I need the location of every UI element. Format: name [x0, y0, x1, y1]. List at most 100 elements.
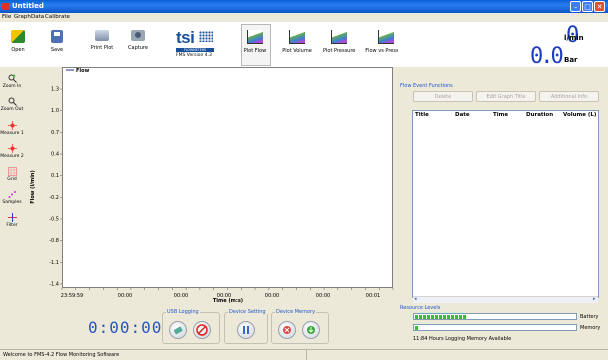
pressure-readout: 0.0 [530, 44, 564, 69]
maximize-button[interactable]: □ [582, 1, 593, 12]
column-header-title[interactable]: Title [415, 112, 429, 118]
menu-file[interactable]: File [2, 14, 11, 20]
events-table[interactable]: Title Date Time Duration Volume (L) [412, 110, 599, 298]
additional-info-button[interactable]: Additional Info [539, 91, 599, 102]
clear-memory-button[interactable] [278, 321, 296, 339]
x-axis-label: Time (m:s) [213, 298, 243, 303]
line-chart-icon [247, 30, 263, 44]
measure-1-label: Measure 1 [0, 131, 24, 136]
magnifier-minus-icon [8, 97, 17, 106]
scroll-left-icon[interactable]: ◂ [414, 296, 417, 302]
scatter-chart-icon [378, 30, 394, 44]
level-segment [431, 315, 434, 319]
y-tick-label: 1.3 [51, 87, 59, 93]
pressure-chart-icon [331, 30, 347, 44]
capture-button[interactable]: Capture [124, 30, 152, 51]
zoom-out-tool[interactable]: Zoom Out [0, 97, 24, 112]
title-bar: Untitled – □ ✕ [0, 0, 608, 13]
capture-label: Capture [128, 45, 148, 51]
flow-unit: l/min [564, 34, 584, 42]
level-segment [463, 315, 466, 319]
events-group-title: Flow Event Functions [400, 83, 453, 89]
filter-icon [7, 213, 17, 222]
y-tick-label: -0.8 [49, 238, 59, 244]
usb-stop-logging-button[interactable] [193, 321, 211, 339]
level-segment [459, 315, 462, 319]
usb-start-logging-button[interactable] [169, 321, 187, 339]
print-plot-button[interactable]: Print Plot [88, 30, 116, 51]
plot-flow-button[interactable]: Plot Flow [240, 30, 270, 54]
window-title: Untitled [12, 2, 44, 10]
y-tick-label: 0.4 [51, 152, 59, 158]
save-button[interactable]: Save [45, 30, 69, 53]
tsi-logo-dots [199, 31, 213, 42]
menu-graph[interactable]: Graph [14, 14, 31, 20]
y-tick-label: -1.1 [49, 260, 59, 266]
delete-button[interactable]: Delete [413, 91, 473, 102]
events-horizontal-scrollbar[interactable]: ◂ ▸ [413, 296, 598, 303]
plot-volume-label: Plot Volume [282, 48, 312, 54]
zoom-in-label: Zoom In [2, 84, 22, 89]
level-segment [439, 315, 442, 319]
usb-logging-label: USB Logging [166, 309, 200, 315]
x-tick-label: 00:00 [265, 293, 279, 299]
menu-calibrate[interactable]: Calibrate [45, 14, 70, 20]
device-memory-label: Device Memory [275, 309, 317, 315]
magnifier-plus-icon [8, 74, 17, 83]
floppy-icon [51, 30, 63, 43]
status-text: Welcome to FMS-4.2 Flow Monitoring Softw… [3, 352, 120, 358]
column-header-date[interactable]: Date [455, 112, 470, 118]
print-plot-label: Print Plot [90, 45, 114, 51]
plot-volume-button[interactable]: Plot Volume [282, 30, 312, 54]
y-tick-label: -0.5 [49, 217, 59, 223]
device-setting-button[interactable] [237, 321, 255, 339]
camera-icon [131, 30, 145, 41]
status-bar: Welcome to FMS-4.2 Flow Monitoring Softw… [0, 349, 608, 360]
close-button[interactable]: ✕ [594, 1, 605, 12]
filter-tool[interactable]: Filter [0, 213, 24, 228]
column-header-duration[interactable]: Duration [526, 112, 553, 118]
resource-levels-title: Resource Levels [400, 305, 441, 311]
measure-1-tool[interactable]: Measure 1 [0, 121, 24, 136]
x-tick-label: 00:01 [366, 293, 380, 299]
x-tick-label: 00:00 [174, 293, 188, 299]
filter-label: Filter [6, 223, 18, 228]
flow-chart: 1.3 1.0 0.7 0.4 0.1 -0.2 -0.5 -0.8 -1.1 -1.423:59… [30, 68, 394, 303]
memory-available-text: 11:84 Hours Logging Memory Available [413, 336, 512, 342]
column-header-volume[interactable]: Volume (L) [563, 112, 596, 118]
open-label: Open [11, 47, 25, 53]
y-tick-label: 1.0 [51, 108, 59, 114]
minimize-button[interactable]: – [570, 1, 581, 12]
download-memory-button[interactable] [302, 321, 320, 339]
measure-2-label: Measure 2 [0, 154, 24, 159]
level-segment [447, 315, 450, 319]
column-header-time[interactable]: Time [493, 112, 508, 118]
grid-icon [7, 167, 17, 176]
crosshair-icon [7, 121, 17, 130]
scroll-right-icon[interactable]: ▸ [593, 296, 596, 302]
device-memory-group: Device Memory [271, 309, 329, 344]
x-tick-label: 23:59:59 [61, 293, 83, 299]
plot-pressure-button[interactable]: Plot Pressure [323, 30, 355, 54]
open-button[interactable]: Open [6, 30, 30, 53]
area-chart-icon [289, 30, 305, 44]
level-segment [419, 315, 422, 319]
battery-label: Battery [580, 314, 599, 320]
samples-tool[interactable]: Samples [0, 190, 24, 205]
y-tick-label: 0.1 [51, 173, 59, 179]
menu-data[interactable]: Data [31, 14, 44, 20]
memory-label: Memory [580, 325, 601, 331]
level-segment [423, 315, 426, 319]
measure-2-tool[interactable]: Measure 2 [0, 144, 24, 159]
crosshair-icon [7, 144, 17, 153]
x-tick-label: 00:00 [118, 293, 132, 299]
tsi-logo-band: FLOWMETERS [176, 48, 214, 52]
device-setting-label: Device Setting [228, 309, 267, 315]
tsi-logo-word: tsi [176, 28, 195, 47]
y-axis-label: Flow (l/min) [30, 170, 36, 204]
grid-tool[interactable]: Grid [0, 167, 24, 182]
zoom-in-tool[interactable]: Zoom In [0, 74, 24, 89]
usb-logging-group: USB Logging [162, 309, 220, 344]
version-label: FMS Version 4.3 [176, 53, 212, 58]
edit-graph-title-button[interactable]: Edit Graph Title [476, 91, 536, 102]
